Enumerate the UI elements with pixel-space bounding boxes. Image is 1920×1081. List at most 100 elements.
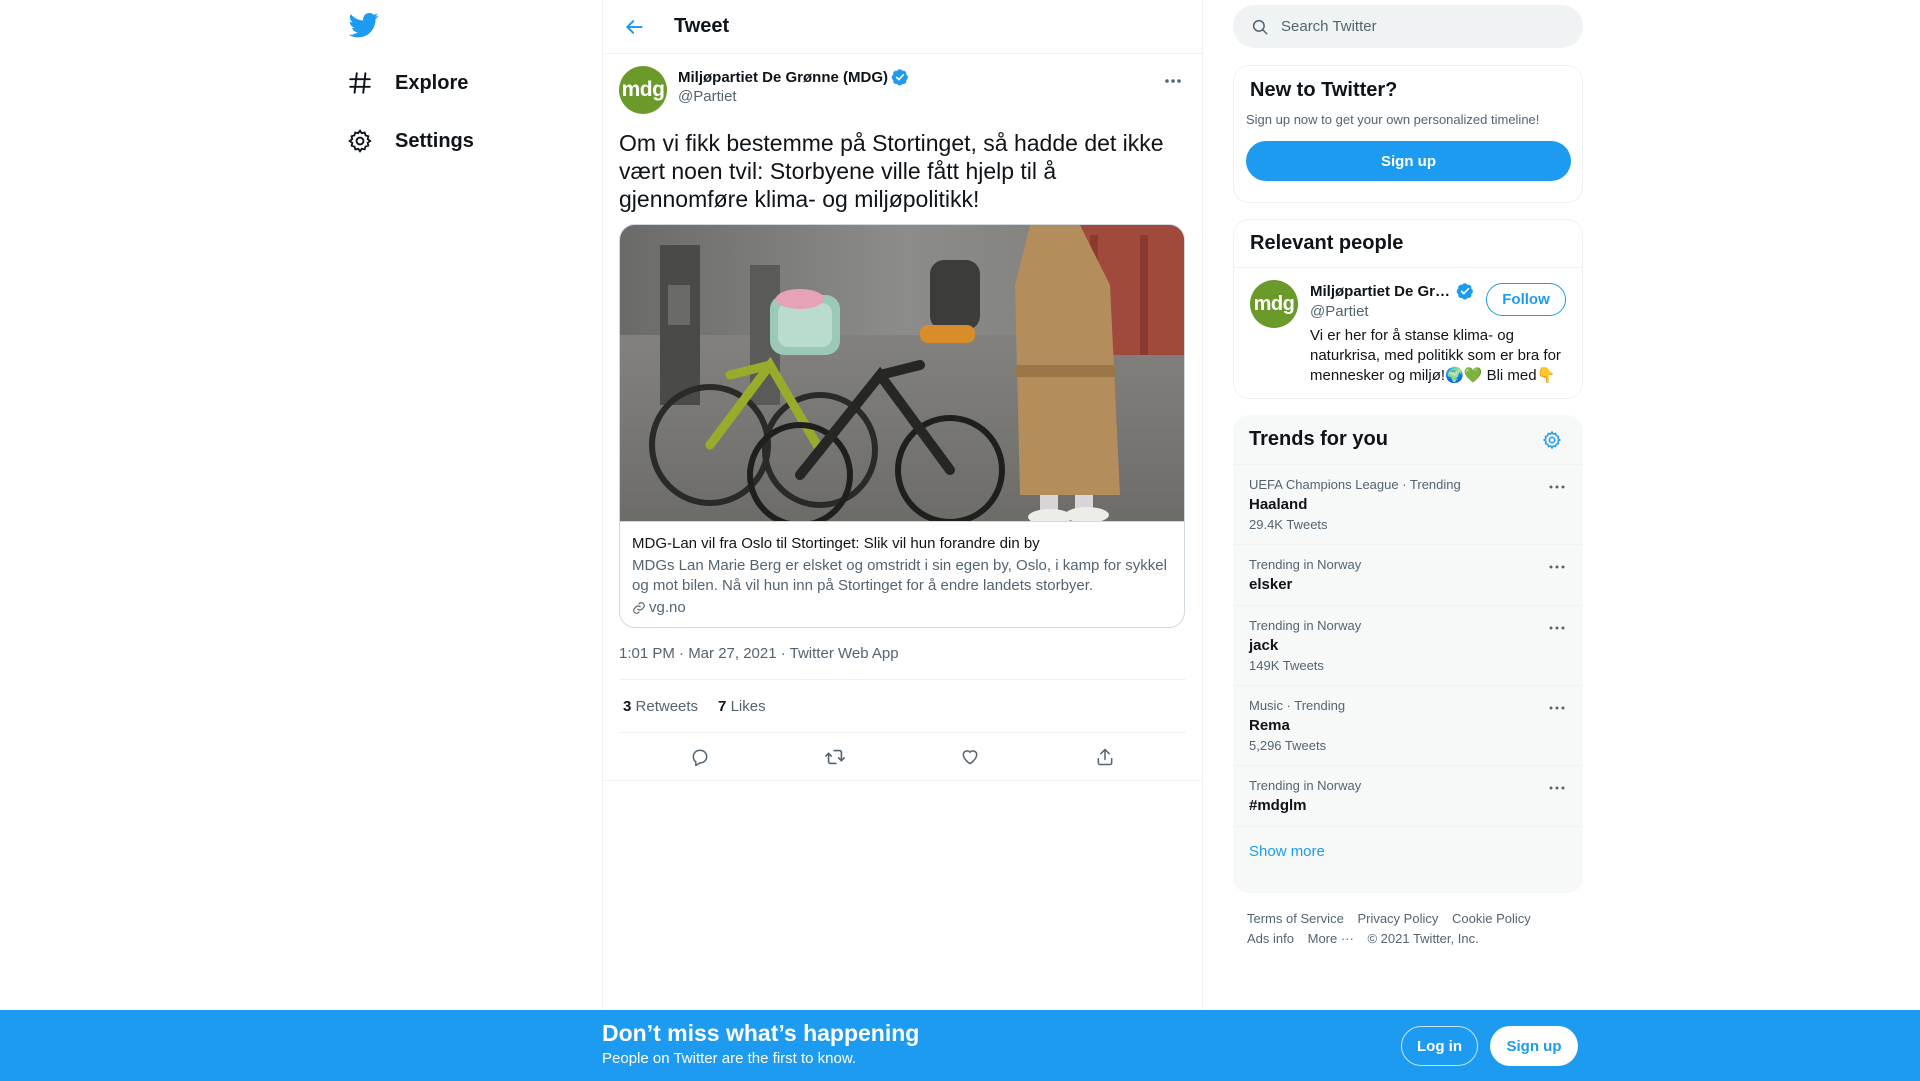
bottom-bar-subtitle: People on Twitter are the first to know. xyxy=(602,1050,857,1067)
trend-more-button[interactable] xyxy=(1545,618,1569,638)
gear-icon xyxy=(345,126,375,156)
trend-count: 149K Tweets xyxy=(1249,658,1324,673)
follow-button[interactable]: Follow xyxy=(1486,283,1566,316)
more-dots-icon xyxy=(1549,485,1565,489)
trend-meta: Music · Trending xyxy=(1249,698,1346,713)
trend-count: 29.4K Tweets xyxy=(1249,517,1328,532)
twitter-bird-icon[interactable] xyxy=(348,10,381,42)
author-name[interactable]: Miljøpartiet De Grønne (MDG) xyxy=(678,68,909,86)
nav-settings[interactable]: Settings xyxy=(345,117,474,165)
search-input[interactable] xyxy=(1281,18,1561,35)
relevant-people-header: Relevant people xyxy=(1234,220,1582,268)
privacy-link[interactable]: Privacy Policy xyxy=(1357,911,1438,926)
login-button[interactable]: Log in xyxy=(1401,1026,1478,1066)
tweet-timestamp[interactable]: 1:01 PM · Mar 27, 2021 · Twitter Web App xyxy=(619,645,1186,680)
new-to-twitter-title: New to Twitter? xyxy=(1250,79,1398,101)
like-button[interactable] xyxy=(952,739,988,775)
card-title: MDG-Lan vil fra Oslo til Stortinget: Sli… xyxy=(632,535,1040,552)
nav-explore[interactable]: Explore xyxy=(345,59,468,107)
retweet-icon xyxy=(825,749,846,764)
sidebar-signup-button[interactable]: Sign up xyxy=(1246,141,1571,181)
card-image xyxy=(620,225,1184,521)
share-icon xyxy=(1097,748,1113,765)
trend-meta: Trending in Norway xyxy=(1249,557,1362,572)
more-dots-icon xyxy=(1165,79,1181,83)
hashtag-icon xyxy=(345,68,375,98)
more-dots-icon xyxy=(1549,706,1565,710)
author-handle[interactable]: @Partiet xyxy=(678,88,909,105)
more-link[interactable]: More ··· xyxy=(1308,931,1354,946)
trends-settings-button[interactable] xyxy=(1537,425,1567,455)
trend-count: 5,296 Tweets xyxy=(1249,738,1327,753)
back-button[interactable] xyxy=(616,9,652,45)
trend-meta: UEFA Champions League · Trending xyxy=(1249,477,1461,492)
trends-header: Trends for you xyxy=(1233,415,1583,465)
nav-settings-label: Settings xyxy=(395,129,474,152)
reply-icon xyxy=(692,749,708,766)
verified-badge-icon xyxy=(1456,283,1473,300)
avatar[interactable]: mdg xyxy=(619,66,667,114)
trends-box: Trends for you UEFA Champions League · T… xyxy=(1233,415,1583,893)
cookie-link[interactable]: Cookie Policy xyxy=(1452,911,1531,926)
back-arrow-icon xyxy=(626,19,643,34)
person-card[interactable]: mdg Miljøpartiet De Grønne (MDG) @Partie… xyxy=(1234,268,1582,398)
card-domain-text: vg.no xyxy=(649,599,686,616)
card-description: MDGs Lan Marie Berg er elsket og omstrid… xyxy=(632,557,1167,594)
relevant-people-title: Relevant people xyxy=(1250,232,1404,254)
likes-stat[interactable]: 7 Likes xyxy=(718,698,766,715)
trend-meta: Trending in Norway xyxy=(1249,778,1362,793)
trend-more-button[interactable] xyxy=(1545,477,1569,497)
retweet-button[interactable] xyxy=(817,739,853,775)
trend-more-button[interactable] xyxy=(1545,557,1569,577)
trend-item[interactable]: Trending in Norway jack 149K Tweets xyxy=(1233,606,1583,686)
tweet: mdg Miljøpartiet De Grønne (MDG) @Partie… xyxy=(603,54,1202,781)
bottom-signup-bar: Don’t miss what’s happening People on Tw… xyxy=(0,1010,1920,1081)
trend-more-button[interactable] xyxy=(1545,698,1569,718)
terms-link[interactable]: Terms of Service xyxy=(1247,911,1344,926)
person-avatar[interactable]: mdg xyxy=(1250,280,1298,328)
heart-icon xyxy=(962,749,978,764)
trend-item[interactable]: Trending in Norway #mdglm xyxy=(1233,766,1583,827)
trend-item[interactable]: Music · Trending Rema 5,296 Tweets xyxy=(1233,686,1583,766)
signup-button[interactable]: Sign up xyxy=(1490,1026,1578,1066)
footer-links: Terms of Service Privacy Policy Cookie P… xyxy=(1247,909,1577,949)
retweets-stat[interactable]: 3 Retweets xyxy=(623,698,698,715)
likes-count: 7 xyxy=(718,697,727,715)
more-dots-icon xyxy=(1549,565,1565,569)
reply-button[interactable] xyxy=(682,739,718,775)
page-title: Tweet xyxy=(674,15,730,37)
main-column: Tweet mdg Miljøpartiet De Grønne (MDG) @… xyxy=(602,0,1203,1010)
nav-explore-label: Explore xyxy=(395,71,469,94)
new-to-twitter-subtitle: Sign up now to get your own personalized… xyxy=(1246,112,1540,127)
trends-title: Trends for you xyxy=(1249,428,1388,450)
trend-item[interactable]: UEFA Champions League · Trending Haaland… xyxy=(1233,465,1583,545)
link-card[interactable]: MDG-Lan vil fra Oslo til Stortinget: Sli… xyxy=(619,224,1185,628)
new-to-twitter-box: New to Twitter? Sign up now to get your … xyxy=(1233,65,1583,203)
retweets-count: 3 xyxy=(623,697,632,715)
relevant-people-box: Relevant people mdg Miljøpartiet De Grøn… xyxy=(1233,219,1583,399)
person-bio: Vi er her for å stanse klima- og naturkr… xyxy=(1310,327,1561,384)
share-button[interactable] xyxy=(1087,739,1123,775)
card-body: MDG-Lan vil fra Oslo til Stortinget: Sli… xyxy=(620,521,1184,627)
gear-icon xyxy=(1542,430,1562,449)
author-names: Miljøpartiet De Grønne (MDG) @Partiet xyxy=(678,68,909,105)
trend-item[interactable]: Trending in Norway elsker xyxy=(1233,545,1583,606)
trend-name: Rema xyxy=(1249,717,1290,734)
trend-meta: Trending in Norway xyxy=(1249,618,1362,633)
likes-label: Likes xyxy=(730,697,766,715)
bottom-bar-title: Don’t miss what’s happening xyxy=(602,1020,920,1046)
tweet-text: Om vi fikk bestemme på Stortinget, så ha… xyxy=(619,130,1164,212)
trend-name: jack xyxy=(1249,637,1279,654)
tweet-actions xyxy=(603,733,1202,781)
trend-more-button[interactable] xyxy=(1545,778,1569,798)
card-domain: vg.no xyxy=(632,598,1172,618)
ads-info-link[interactable]: Ads info xyxy=(1247,931,1294,946)
show-more-link[interactable]: Show more xyxy=(1233,827,1583,876)
link-icon xyxy=(633,602,645,614)
search-icon xyxy=(1252,19,1268,34)
trend-name: #mdglm xyxy=(1249,797,1307,814)
person-name-text: Miljøpartiet De Grønne (MDG) xyxy=(1310,282,1453,300)
tweet-more-button[interactable] xyxy=(1158,66,1188,96)
search-box[interactable] xyxy=(1233,5,1583,48)
copyright: © 2021 Twitter, Inc. xyxy=(1367,931,1479,946)
